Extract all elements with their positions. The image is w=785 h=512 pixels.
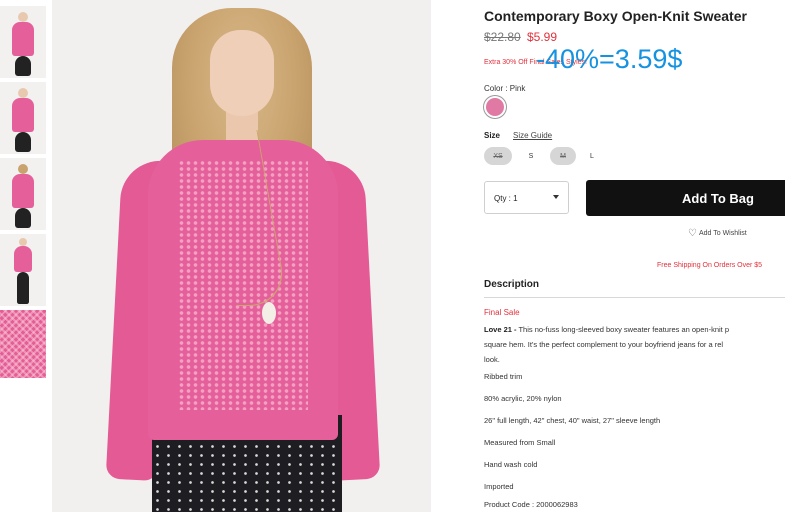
spec-origin: Imported [484, 482, 514, 491]
heart-icon: ♡ [688, 228, 697, 239]
chevron-down-icon [553, 195, 559, 199]
thumbnail-closeup[interactable] [0, 310, 46, 378]
spec-measurements: 26" full length, 42" chest, 40" waist, 2… [484, 416, 661, 425]
thumb-figure-pants [15, 208, 31, 228]
size-guide-link[interactable]: Size Guide [513, 131, 552, 140]
thumb-figure-head [18, 164, 28, 174]
brand-name: Love 21 - [484, 325, 517, 334]
product-code: Product Code : 2000062983 [484, 500, 578, 509]
size-option-m[interactable]: M [550, 147, 576, 165]
thumb-figure-sweater [12, 22, 34, 56]
thumb-figure-sweater [14, 246, 32, 272]
thumbnail-full[interactable] [0, 234, 46, 306]
add-to-bag-button[interactable]: Add To Bag [586, 180, 785, 216]
description-line-3: look. [484, 355, 500, 364]
sale-price: $5.99 [527, 30, 558, 44]
product-title: Contemporary Boxy Open-Knit Sweater [484, 8, 747, 24]
size-option-l[interactable]: L [581, 147, 603, 165]
size-option-xs[interactable]: XS [484, 147, 512, 165]
main-product-image [52, 0, 431, 512]
thumb-figure-head [19, 238, 27, 246]
thumb-figure-head [18, 88, 28, 98]
add-to-wishlist-link[interactable]: ♡ Add To Wishlist [688, 228, 747, 239]
spec-measured-from: Measured from Small [484, 438, 556, 447]
thumb-figure-pants [15, 132, 31, 152]
thumb-figure-head [18, 12, 28, 22]
final-sale-label: Final Sale [484, 308, 520, 317]
model-face [210, 30, 274, 116]
quantity-value: Qty : 1 [494, 194, 518, 203]
original-price: $22.80 [484, 30, 521, 44]
size-option-s[interactable]: S [517, 147, 545, 165]
thumbnail-side[interactable] [0, 82, 46, 154]
thumb-figure-pants [15, 56, 31, 76]
spec-trim: Ribbed trim [484, 372, 523, 381]
description-divider [484, 297, 785, 298]
spec-care: Hand wash cold [484, 460, 538, 469]
color-label: Color : Pink [484, 84, 526, 93]
thumb-figure-sweater [12, 174, 34, 208]
price-annotation-overlay: -40%=3.59$ [536, 44, 683, 74]
thumbnail-back[interactable] [0, 158, 46, 230]
thumbnail-front[interactable] [0, 6, 46, 78]
description-line-2: square hem. It's the perfect complement … [484, 340, 724, 349]
knit-texture [0, 310, 46, 378]
description-heading: Description [484, 279, 540, 290]
spec-material: 80% acrylic, 20% nylon [484, 394, 562, 403]
necklace-pendant [262, 302, 276, 324]
description-line-1: This no-fuss long-sleeved boxy sweater f… [516, 325, 729, 334]
thumb-figure-pants [17, 272, 29, 304]
thumb-figure-sweater [12, 98, 34, 132]
color-swatch-pink[interactable] [486, 98, 504, 116]
quantity-select[interactable]: Qty : 1 [484, 181, 569, 214]
free-shipping-notice: Free Shipping On Orders Over $5 [657, 262, 763, 269]
wishlist-label: Add To Wishlist [698, 230, 747, 237]
size-label: Size [484, 131, 501, 140]
product-info-panel: Contemporary Boxy Open-Knit Sweater $22.… [484, 0, 785, 512]
description-text: Love 21 - This no-fuss long-sleeved boxy… [484, 322, 785, 367]
